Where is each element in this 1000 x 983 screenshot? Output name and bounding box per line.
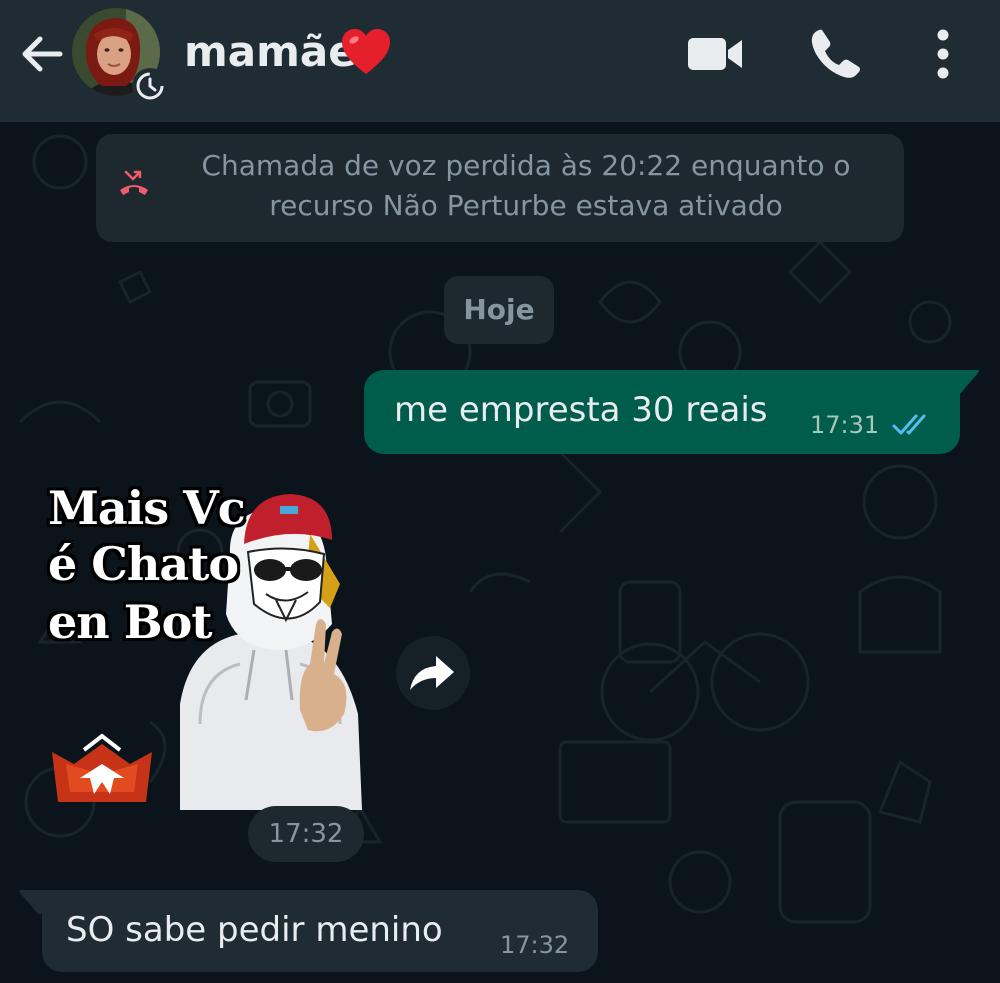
missed-call-icon [120,170,148,195]
missed-call-line-2: recurso Não Perturbe estava ativado [269,189,783,222]
sticker-caption-line: Mais Vc [48,481,246,535]
disappearing-timer-icon [132,68,168,104]
sticker-caption-line: é Chato [48,537,239,591]
heart-emoji-icon [342,29,390,74]
message-time: 17:31 [810,411,880,439]
more-vertical-icon[interactable] [924,26,962,82]
arrow-left-icon[interactable] [16,28,68,80]
missed-call-text: Chamada de voz perdida às 20:22 enquanto… [166,146,886,226]
chat-header: mamãe [0,0,1000,122]
incoming-message[interactable]: SO sabe pedir menino 17:32 [42,890,598,972]
sticker-message[interactable]: Mais Vc é Chato en Bot [40,474,370,810]
outgoing-message[interactable]: me empresta 30 reais 17:31 [364,370,960,454]
message-text: SO sabe pedir menino [66,910,443,950]
date-divider: Hoje [444,276,554,344]
contact-name[interactable]: mamãe [184,24,357,80]
message-text: me empresta 30 reais [394,390,768,430]
sticker-caption-line: en Bot [48,595,213,649]
phone-icon[interactable] [808,26,862,80]
sticker-time: 17:32 [248,806,364,862]
chat-area[interactable]: Chamada de voz perdida às 20:22 enquanto… [0,122,1000,983]
outgoing-bubble-tail [950,370,979,394]
video-camera-icon[interactable] [686,32,744,76]
read-ticks-icon [892,414,926,435]
missed-call-line-1: Chamada de voz perdida às 20:22 enquanto… [201,149,851,182]
forward-icon [410,656,454,690]
message-time: 17:32 [500,931,570,959]
missed-call-notice[interactable]: Chamada de voz perdida às 20:22 enquanto… [96,134,904,242]
forward-button[interactable] [396,636,470,710]
